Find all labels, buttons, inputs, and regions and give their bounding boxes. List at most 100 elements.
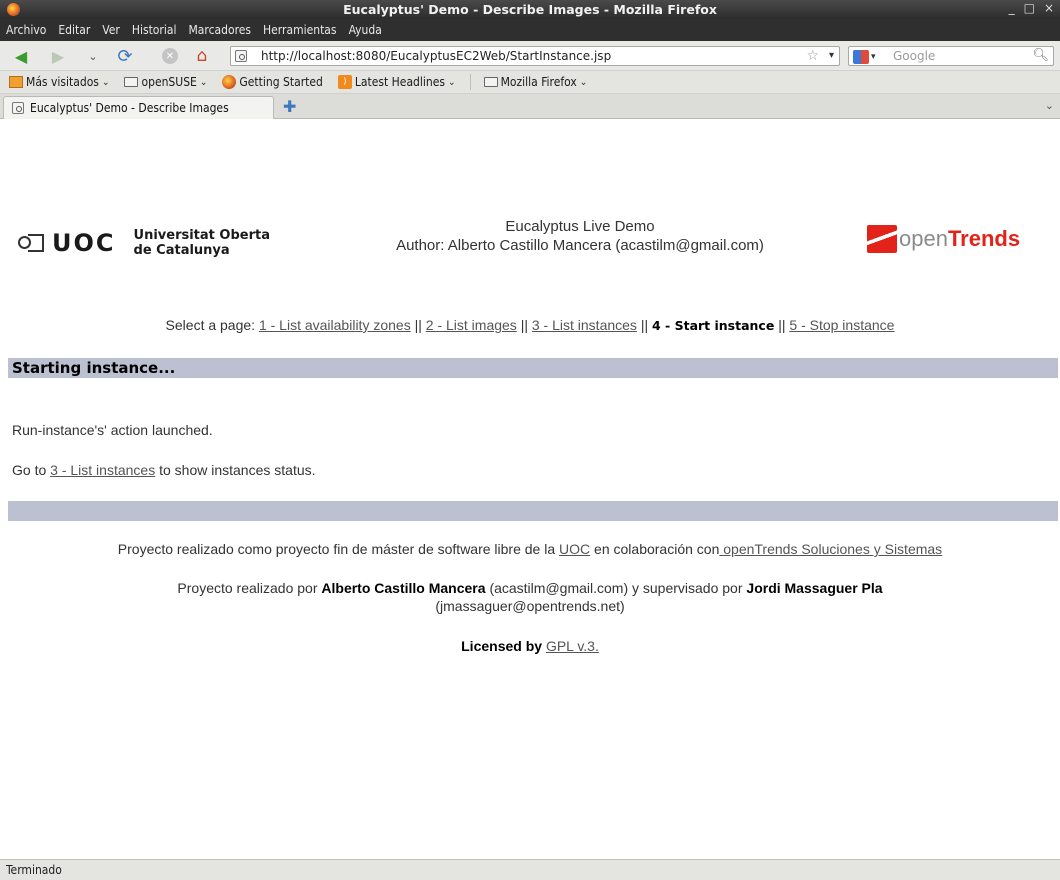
- selector-separator: ||: [778, 317, 786, 333]
- footer-text: Proyecto realizado por: [177, 580, 318, 596]
- menu-bar: Archivo Editar Ver Historial Marcadores …: [0, 19, 1060, 41]
- bookmark-getting-started[interactable]: Getting Started: [213, 75, 328, 89]
- demo-header: Eucalyptus Live Demo Author: Alberto Cas…: [360, 217, 800, 255]
- uoc-abbr: UOC: [52, 229, 116, 257]
- window-title: Eucalyptus' Demo - Describe Images - Moz…: [343, 2, 717, 17]
- menu-historial[interactable]: Historial: [126, 23, 183, 37]
- uoc-name-line1: Universitat Oberta: [133, 228, 270, 243]
- navigation-toolbar: ◀ ▶ ⌄ ⟳ ✕ ⌂ http://localhost:8080/Eucaly…: [0, 41, 1060, 71]
- back-icon[interactable]: ◀: [10, 46, 32, 66]
- goto-after: to show instances status.: [159, 462, 316, 478]
- page-favicon-icon: [235, 50, 247, 62]
- footer-license-line: Licensed by GPL v.3.: [0, 637, 1060, 655]
- supervisor-email: (jmassaguer@opentrends.net): [435, 598, 625, 614]
- tab-eucalyptus-demo[interactable]: Eucalyptus' Demo - Describe Images: [3, 96, 274, 119]
- bookmark-latest-headlines[interactable]: ) Latest Headlines ⌄: [329, 75, 462, 89]
- close-icon[interactable]: ×: [1044, 1, 1054, 15]
- link-goto-list-instances[interactable]: 3 - List instances: [50, 462, 155, 478]
- url-bar[interactable]: http://localhost:8080/EucalyptusEC2Web/S…: [230, 46, 840, 66]
- reload-icon[interactable]: ⟳: [114, 46, 136, 67]
- url-dropdown-icon[interactable]: ▾: [829, 50, 834, 61]
- tab-label: Eucalyptus' Demo - Describe Images: [30, 101, 229, 115]
- action-message: Run-instance's' action launched.: [12, 422, 213, 438]
- chevron-down-icon: ⌄: [101, 76, 110, 88]
- goto-message: Go to 3 - List instances to show instanc…: [12, 462, 316, 478]
- url-text[interactable]: http://localhost:8080/EucalyptusEC2Web/S…: [261, 49, 611, 63]
- footer-project-line: Proyecto realizado como proyecto fin de …: [0, 540, 1060, 558]
- link-stop-instance[interactable]: 5 - Stop instance: [789, 317, 894, 333]
- forward-icon[interactable]: ▶: [48, 46, 68, 66]
- link-list-images[interactable]: 2 - List images: [426, 317, 517, 333]
- bookmark-label: Más visitados: [26, 75, 99, 89]
- menu-editar[interactable]: Editar: [52, 23, 96, 37]
- opentrends-mark-icon: [867, 225, 897, 253]
- selector-separator: ||: [520, 317, 528, 333]
- bookmark-label: openSUSE: [141, 75, 197, 89]
- minimize-icon[interactable]: _: [1009, 1, 1015, 15]
- search-icon[interactable]: 🔍︎: [1032, 48, 1049, 63]
- status-bar: Terminado: [0, 859, 1060, 880]
- footer-text: (acastilm@gmail.com) y supervisado por: [489, 580, 743, 596]
- link-list-availability-zones[interactable]: 1 - List availability zones: [259, 317, 411, 333]
- window-title-bar: Eucalyptus' Demo - Describe Images - Moz…: [0, 0, 1060, 19]
- footer-authors-line: Proyecto realizado por Alberto Castillo …: [0, 579, 1060, 615]
- search-box[interactable]: ▾ Google 🔍︎: [848, 46, 1054, 66]
- maximize-icon[interactable]: □: [1024, 1, 1035, 15]
- page-selector: Select a page: 1 - List availability zon…: [0, 317, 1060, 333]
- link-list-instances[interactable]: 3 - List instances: [532, 317, 637, 333]
- bookmark-star-icon[interactable]: ☆: [806, 48, 819, 64]
- menu-marcadores[interactable]: Marcadores: [182, 23, 257, 37]
- most-visited-icon: [9, 76, 23, 88]
- bookmark-mozilla-firefox[interactable]: Mozilla Firefox ⌄: [475, 75, 594, 89]
- demo-author: Author: Alberto Castillo Mancera (acasti…: [396, 237, 764, 254]
- bookmarks-toolbar: Más visitados ⌄ openSUSE ⌄ Getting Start…: [0, 71, 1060, 94]
- section-header-bar: Starting instance...: [8, 358, 1058, 378]
- opentrends-open: open: [899, 226, 948, 251]
- demo-title: Eucalyptus Live Demo: [505, 218, 655, 235]
- goto-before: Go to: [12, 462, 47, 478]
- selector-prefix: Select a page:: [165, 317, 256, 333]
- bookmark-most-visited[interactable]: Más visitados ⌄: [0, 75, 115, 89]
- search-engine-selector[interactable]: ▾: [853, 49, 883, 64]
- link-gpl[interactable]: GPL v.3.: [546, 638, 599, 654]
- license-label: Licensed by: [461, 638, 543, 654]
- folder-icon: [124, 77, 139, 87]
- chevron-down-icon: ⌄: [579, 76, 588, 88]
- current-page-start-instance: 4 - Start instance: [652, 318, 775, 333]
- uoc-name: Universitat Oberta de Catalunya: [134, 228, 270, 258]
- google-icon: [853, 49, 869, 64]
- rss-icon: ): [337, 75, 352, 89]
- selector-separator: ||: [640, 317, 649, 333]
- page-favicon-icon: [12, 102, 24, 114]
- tab-bar: Eucalyptus' Demo - Describe Images ✚ ⌄: [0, 94, 1060, 119]
- menu-herramientas[interactable]: Herramientas: [257, 23, 343, 37]
- selector-separator: ||: [414, 317, 422, 333]
- uoc-name-line2: de Catalunya: [133, 243, 230, 258]
- uoc-logo: UOC Universitat Oberta de Catalunya: [18, 228, 270, 258]
- bookmark-label: Getting Started: [239, 75, 323, 89]
- opentrends-trends: Trends: [947, 226, 1021, 251]
- uoc-mark-icon: [18, 233, 46, 253]
- supervisor-name: Jordi Massaguer Pla: [746, 580, 883, 596]
- footer-text: en colaboración con: [594, 541, 720, 557]
- firefox-icon: [222, 75, 237, 89]
- footer-text: Proyecto realizado como proyecto fin de …: [117, 541, 556, 557]
- chevron-down-icon: ⌄: [448, 76, 456, 88]
- home-icon[interactable]: ⌂: [192, 46, 212, 66]
- link-opentrends[interactable]: openTrends Soluciones y Sistemas: [719, 541, 942, 557]
- chevron-down-icon: ▾: [871, 51, 876, 62]
- menu-ver[interactable]: Ver: [96, 23, 126, 37]
- bookmark-opensuse[interactable]: openSUSE ⌄: [115, 75, 213, 89]
- stop-icon[interactable]: ✕: [160, 46, 180, 66]
- link-uoc[interactable]: UOC: [559, 541, 590, 557]
- author-name: Alberto Castillo Mancera: [321, 580, 486, 596]
- menu-ayuda[interactable]: Ayuda: [343, 23, 388, 37]
- history-dropdown-icon[interactable]: ⌄: [86, 46, 100, 66]
- menu-archivo[interactable]: Archivo: [0, 23, 52, 37]
- folder-icon: [483, 77, 498, 87]
- footer-separator-bar: [8, 501, 1058, 521]
- tab-list-chevron-icon[interactable]: ⌄: [1045, 99, 1054, 112]
- new-tab-icon[interactable]: ✚: [283, 97, 296, 116]
- bookmark-label: Mozilla Firefox: [500, 75, 577, 89]
- search-placeholder[interactable]: Google: [893, 49, 935, 63]
